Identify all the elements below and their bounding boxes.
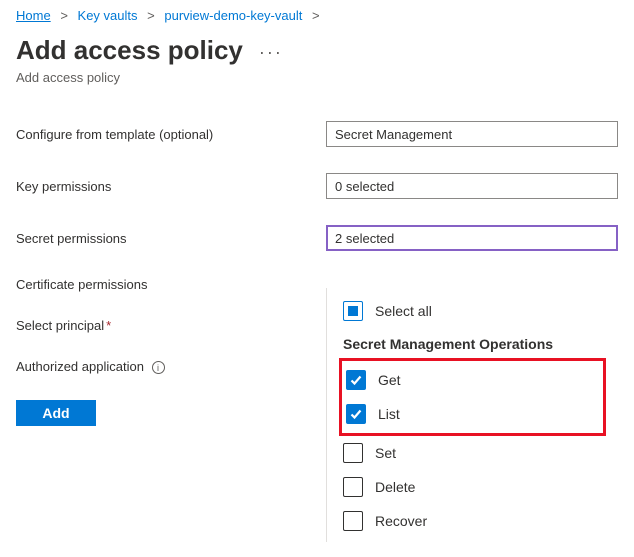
label-list: List xyxy=(378,406,400,422)
label-delete: Delete xyxy=(375,479,415,495)
dropdown-template[interactable]: Secret Management xyxy=(326,121,618,147)
secret-permissions-panel: Select all Secret Management Operations … xyxy=(326,288,618,542)
breadcrumb-keyvaults[interactable]: Key vaults xyxy=(78,8,138,23)
checkbox-get[interactable] xyxy=(346,370,366,390)
option-set[interactable]: Set xyxy=(327,436,618,470)
label-set: Set xyxy=(375,445,396,461)
checkbox-select-all[interactable] xyxy=(343,301,363,321)
info-icon[interactable]: i xyxy=(152,361,165,374)
label-key-permissions: Key permissions xyxy=(16,179,326,194)
page-title: Add access policy xyxy=(16,35,243,66)
chevron-right-icon: > xyxy=(147,8,155,23)
checkbox-delete[interactable] xyxy=(343,477,363,497)
highlight-box: Get List xyxy=(339,358,606,436)
required-indicator: * xyxy=(106,318,111,333)
label-recover: Recover xyxy=(375,513,427,529)
checkbox-set[interactable] xyxy=(343,443,363,463)
option-delete[interactable]: Delete xyxy=(327,470,618,504)
option-recover[interactable]: Recover xyxy=(327,504,618,538)
more-actions-icon[interactable]: ··· xyxy=(259,42,283,63)
option-list[interactable]: List xyxy=(342,397,603,431)
chevron-right-icon: > xyxy=(312,8,320,23)
option-get[interactable]: Get xyxy=(342,363,603,397)
page-subtitle: Add access policy xyxy=(16,70,618,85)
label-select-all: Select all xyxy=(375,303,432,319)
chevron-right-icon: > xyxy=(60,8,68,23)
add-button[interactable]: Add xyxy=(16,400,96,426)
label-get: Get xyxy=(378,372,401,388)
dropdown-key-permissions[interactable]: 0 selected xyxy=(326,173,618,199)
checkbox-list[interactable] xyxy=(346,404,366,424)
label-template: Configure from template (optional) xyxy=(16,127,326,142)
label-authorized-application: Authorized application i xyxy=(16,359,326,374)
label-secret-permissions: Secret permissions xyxy=(16,231,326,246)
breadcrumb: Home > Key vaults > purview-demo-key-vau… xyxy=(16,8,618,23)
breadcrumb-vault[interactable]: purview-demo-key-vault xyxy=(164,8,302,23)
breadcrumb-home[interactable]: Home xyxy=(16,8,51,23)
dropdown-secret-permissions[interactable]: 2 selected xyxy=(326,225,618,251)
label-select-principal: Select principal* xyxy=(16,318,326,333)
label-certificate-permissions: Certificate permissions xyxy=(16,277,326,292)
checkbox-recover[interactable] xyxy=(343,511,363,531)
option-select-all[interactable]: Select all xyxy=(327,294,618,328)
group-header-secret-ops: Secret Management Operations xyxy=(327,328,618,358)
